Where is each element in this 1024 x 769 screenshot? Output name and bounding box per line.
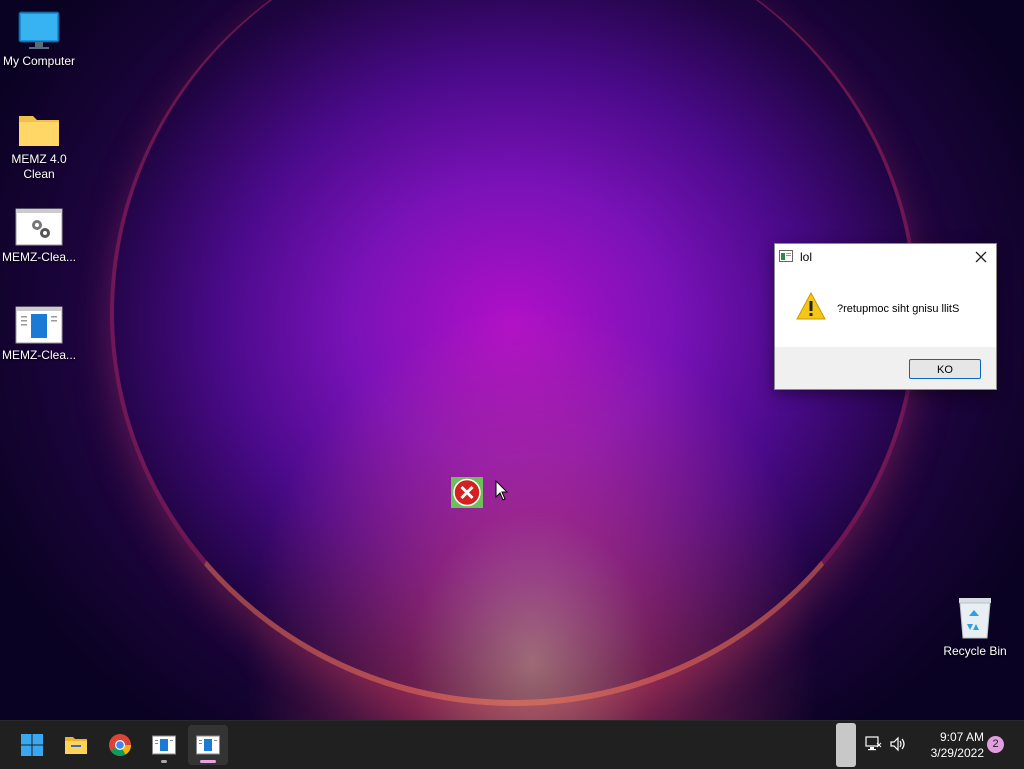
dialog-titlebar[interactable]: lol [775, 244, 996, 270]
notification-badge[interactable]: 2 [987, 736, 1004, 753]
settings-app-icon [15, 208, 63, 246]
desktop-icon-my-computer[interactable]: My Computer [0, 10, 78, 69]
recycle-bin-icon [959, 598, 991, 639]
memz-app-icon [152, 735, 176, 755]
ok-button[interactable]: KO [909, 359, 981, 379]
clock-time: 9:07 AM [939, 730, 984, 744]
taskbar-file-explorer[interactable] [56, 725, 96, 765]
mouse-cursor-icon [495, 480, 509, 501]
folder-icon [19, 116, 59, 146]
app-window-icon [779, 250, 793, 262]
active-indicator [200, 760, 216, 763]
dialog-body: ?retupmoc siht gnisu llitS [775, 270, 996, 346]
error-icon [451, 477, 483, 508]
taskbar-clock[interactable]: 9:07 AM 3/29/2022 [912, 729, 984, 761]
memz-app-icon [196, 735, 220, 755]
desktop-icon-label: MEMZ-Clea... [1, 250, 76, 264]
taskbar-chrome[interactable] [100, 725, 140, 765]
desktop-icon-label: MEMZ-Clea... [1, 348, 76, 362]
desktop-icon-memz-clean-settings[interactable]: MEMZ-Clea... [0, 208, 78, 265]
desktop-icon-label: MEMZ 4.0 Clean [11, 152, 67, 181]
running-indicator [161, 760, 167, 763]
dialog-title: lol [800, 250, 813, 264]
dialog-message: ?retupmoc siht gnisu llitS [837, 303, 960, 315]
file-explorer-icon [65, 737, 87, 754]
volume-icon[interactable] [889, 735, 907, 753]
window-app-icon [15, 306, 63, 344]
desktop-icon-label: My Computer [2, 54, 76, 68]
desktop-icon-memz-folder[interactable]: MEMZ 4.0 Clean [0, 110, 78, 182]
desktop-icon-memz-clean-app[interactable]: MEMZ-Clea... [0, 306, 78, 363]
chrome-icon [109, 734, 131, 756]
dialog-footer: KO [775, 347, 996, 389]
close-icon[interactable] [972, 248, 990, 266]
monitor-icon [18, 11, 60, 49]
warning-icon [796, 292, 826, 320]
taskbar: 9:07 AM 3/29/2022 2 [0, 720, 1024, 769]
start-button[interactable] [12, 725, 52, 765]
message-dialog: lol ?retupmoc siht gnisu llitS KO [774, 243, 997, 390]
tray-overflow-handle[interactable] [836, 723, 856, 767]
network-icon[interactable] [864, 735, 882, 753]
clock-date: 3/29/2022 [930, 746, 984, 760]
start-icon [21, 734, 43, 756]
taskbar-memz-app[interactable] [144, 725, 184, 765]
taskbar-memz-app-active[interactable] [188, 725, 228, 765]
desktop-icon-recycle-bin[interactable]: Recycle Bin [936, 596, 1014, 659]
desktop-icon-label: Recycle Bin [943, 644, 1007, 658]
